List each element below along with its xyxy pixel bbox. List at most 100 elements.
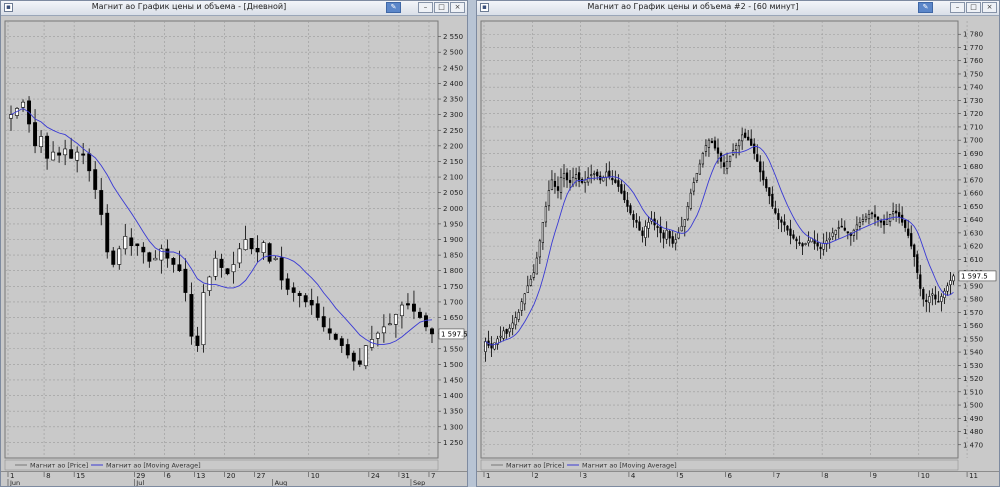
candle-body <box>333 333 338 340</box>
x-tick-label: 1 <box>486 472 490 480</box>
y-tick-label: 1 580 <box>963 296 983 304</box>
candle-body <box>632 214 635 220</box>
window-title: Магнит ао График цены и объема - [Дневно… <box>91 2 287 11</box>
pin-icon[interactable]: ✎ <box>918 2 933 13</box>
candle-body <box>405 303 410 306</box>
candle-body <box>219 258 224 268</box>
candle-body <box>165 248 170 259</box>
window-titlebar[interactable]: ▪ Магнит ао График цены и объема - [Днев… <box>1 1 467 16</box>
y-tick-label: 1 300 <box>443 423 463 431</box>
candle-body <box>765 178 768 189</box>
x-tick-label: 31 <box>401 472 410 480</box>
candle-body <box>605 171 608 178</box>
pin-icon[interactable]: ✎ <box>386 2 401 13</box>
y-tick-label: 1 950 <box>443 220 463 228</box>
candle-body <box>934 294 937 300</box>
candle-body <box>668 231 671 239</box>
candle-body <box>819 246 822 250</box>
candle-body <box>357 360 362 365</box>
y-tick-label: 2 250 <box>443 127 463 135</box>
candle-body <box>910 233 913 247</box>
window-title: Магнит ао График цены и объема #2 - [60 … <box>587 2 799 11</box>
y-tick-label: 2 400 <box>443 80 463 88</box>
candle-body <box>795 238 798 242</box>
candle-body <box>502 330 505 339</box>
candle-body <box>189 294 194 337</box>
candle-body <box>529 278 532 286</box>
y-tick-label: 1 700 <box>443 298 463 306</box>
candle-body <box>919 274 922 289</box>
y-tick-label: 1 800 <box>443 267 463 275</box>
candle-body <box>617 180 620 187</box>
candle-body <box>713 140 717 149</box>
y-tick-label: 1 640 <box>963 216 983 224</box>
candle-body <box>225 268 230 275</box>
y-tick-label: 1 520 <box>963 375 983 383</box>
maximize-button[interactable]: □ <box>434 2 449 13</box>
maximize-button[interactable]: □ <box>966 2 981 13</box>
candle-body <box>608 170 611 178</box>
candle-body <box>593 172 596 175</box>
candle-body <box>57 152 62 156</box>
y-tick-label: 2 050 <box>443 189 463 197</box>
candle-body <box>177 264 182 272</box>
x-tick-label: 6 <box>166 472 171 480</box>
candle-body <box>786 225 789 231</box>
y-tick-label: 2 300 <box>443 111 463 119</box>
candle-body <box>701 153 705 165</box>
y-tick-label: 1 900 <box>443 236 463 244</box>
candle-body <box>39 136 44 148</box>
close-button[interactable]: × <box>450 2 465 13</box>
y-tick-label: 1 550 <box>963 335 983 343</box>
y-tick-label: 1 560 <box>963 322 983 330</box>
candle-body <box>547 190 551 207</box>
candle-body <box>716 147 720 154</box>
candle-body <box>882 220 886 226</box>
candle-body <box>925 299 928 303</box>
candle-body <box>267 243 272 262</box>
candle-body <box>9 114 13 119</box>
candle-body <box>677 232 680 239</box>
candle-body <box>565 172 569 181</box>
candle-body <box>804 243 807 245</box>
candle-body <box>273 257 278 260</box>
candle-body <box>647 221 650 229</box>
window-titlebar[interactable]: ▪ Магнит ао График цены и объема #2 - [6… <box>477 1 999 16</box>
y-tick-label: 1 740 <box>963 84 983 92</box>
candle-body <box>861 219 865 222</box>
candle-body <box>69 149 74 159</box>
minimize-button[interactable]: – <box>950 2 965 13</box>
candle-body <box>671 236 674 244</box>
month-label: Sep <box>413 479 425 486</box>
candle-body <box>885 219 889 225</box>
candle-body <box>741 134 744 142</box>
hourly-price-chart[interactable]: 1 7801 7701 7601 7501 7401 7301 7201 710… <box>477 15 999 486</box>
candle-body <box>556 186 560 191</box>
close-button[interactable]: × <box>982 2 997 13</box>
candle-body <box>387 323 392 326</box>
candle-body <box>574 174 578 180</box>
x-tick-label: 5 <box>679 472 683 480</box>
candle-body <box>532 272 535 278</box>
candle-body <box>907 228 910 236</box>
candle-body <box>285 278 290 290</box>
candle-body <box>508 327 511 333</box>
candle-body <box>734 145 738 150</box>
candle-body <box>484 341 487 353</box>
candle-body <box>559 176 563 193</box>
candle-body <box>641 230 644 236</box>
candle-body <box>662 232 665 239</box>
candle-body <box>894 210 898 214</box>
legend-label: Магнит ао [Price] <box>506 462 564 470</box>
daily-price-chart[interactable]: 2 550 2 500 2 450 2 400 2 350 2 300 2 250 2 200… <box>1 15 467 486</box>
candle-body <box>635 220 638 223</box>
candle-body <box>674 239 677 244</box>
minimize-button[interactable]: – <box>418 2 433 13</box>
candle-body <box>249 238 254 250</box>
candle-body <box>798 242 801 244</box>
y-tick-label: 1 720 <box>963 110 983 118</box>
candle-body <box>201 292 206 346</box>
candle-body <box>904 219 907 228</box>
candle-body <box>756 154 759 162</box>
candle-body <box>737 139 741 147</box>
